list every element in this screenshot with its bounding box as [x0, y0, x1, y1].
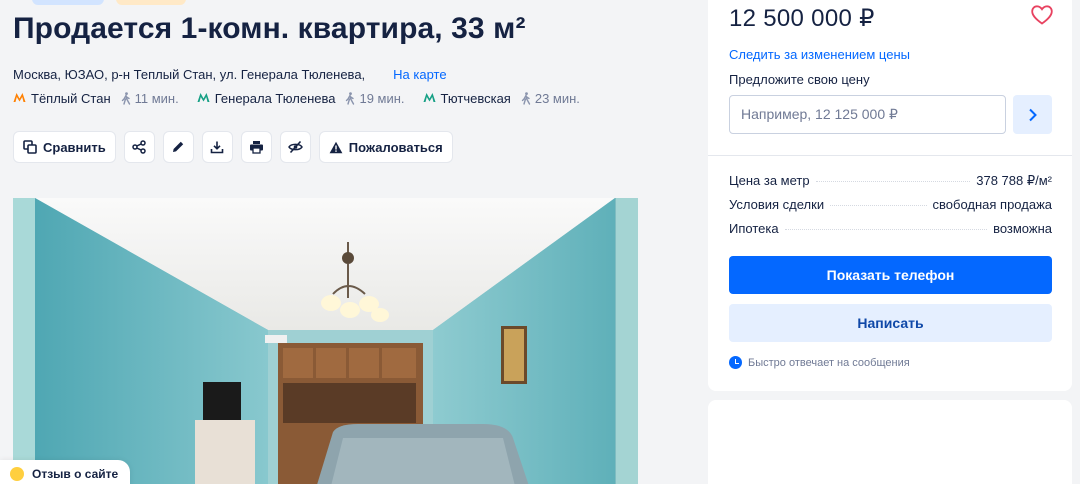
- walk-minutes: 19 мин.: [359, 91, 405, 106]
- walk-minutes: 23 мин.: [534, 91, 580, 106]
- chevron-right-icon: [1028, 108, 1037, 121]
- metro-station[interactable]: Тютчевская 23 мин.: [423, 91, 580, 106]
- walk-icon: [121, 92, 130, 105]
- spec-dots: [830, 205, 927, 206]
- spec-value: возможна: [993, 221, 1052, 236]
- metro-station[interactable]: Тёплый Стан 11 мин.: [13, 91, 179, 106]
- spec-value: свободная продажа: [932, 197, 1052, 212]
- clock-icon: [729, 356, 742, 369]
- divider: [708, 155, 1072, 156]
- compare-icon: [23, 140, 37, 154]
- warning-icon: [329, 141, 343, 153]
- metro-station-name: Тёплый Стан: [31, 91, 111, 106]
- spec-value: 378 788 ₽/м²: [976, 173, 1052, 188]
- spec-dots: [784, 229, 988, 230]
- action-bar: Сравнить Пожаловаться: [13, 131, 453, 163]
- metro-station-name: Генерала Тюленева: [214, 91, 336, 106]
- favorite-button[interactable]: [1031, 5, 1053, 30]
- price: 12 500 000 ₽: [729, 5, 875, 32]
- pencil-icon: [173, 141, 184, 152]
- compare-label: Сравнить: [43, 139, 106, 155]
- metro-list: Тёплый Стан 11 мин. Генерала Тюленева 19…: [13, 91, 598, 106]
- tag-pill[interactable]: [116, 0, 186, 5]
- listing-main: Продается 1-комн. квартира, 33 м² Москва…: [0, 0, 690, 484]
- feedback-label: Отзыв о сайте: [32, 467, 119, 481]
- listing-photo[interactable]: [13, 198, 638, 484]
- offer-price-label: Предложите свою цену: [729, 72, 870, 87]
- walk-icon: [346, 92, 355, 105]
- top-tags: [32, 0, 198, 10]
- heart-icon: [1031, 5, 1053, 25]
- metro-icon: [197, 91, 210, 106]
- spec-key: Ипотека: [729, 221, 779, 236]
- spec-row: Ипотека возможна: [729, 221, 1052, 245]
- download-icon: [210, 141, 224, 154]
- tag-pill[interactable]: [32, 0, 104, 5]
- edit-note-button[interactable]: [162, 131, 194, 163]
- hide-button[interactable]: [279, 131, 311, 163]
- walk-icon: [521, 92, 531, 105]
- share-icon: [132, 140, 147, 154]
- write-message-button[interactable]: Написать: [729, 304, 1052, 342]
- printer-icon: [249, 141, 263, 154]
- address: Москва, ЮЗАО, р-н Теплый Стан, ул. Генер…: [13, 67, 447, 82]
- download-button[interactable]: [201, 131, 233, 163]
- write-label: Написать: [857, 315, 924, 331]
- spec-dots: [815, 181, 971, 182]
- offer-price-input[interactable]: Например, 12 125 000 ₽: [729, 95, 1006, 134]
- room-photo-image: [13, 198, 638, 484]
- quick-reply-text: Быстро отвечает на сообщения: [748, 356, 910, 369]
- compare-button[interactable]: Сравнить: [13, 131, 116, 163]
- metro-icon: [423, 91, 436, 106]
- walk-time: 11 мин.: [121, 91, 179, 106]
- complain-button[interactable]: Пожаловаться: [318, 131, 453, 163]
- share-button[interactable]: [123, 131, 155, 163]
- walk-time: 19 мин.: [345, 91, 405, 106]
- smile-icon: [10, 467, 24, 481]
- quick-reply-note: Быстро отвечает на сообщения: [729, 356, 910, 369]
- site-feedback-button[interactable]: Отзыв о сайте: [0, 460, 131, 484]
- price-specs: Цена за метр 378 788 ₽/м² Условия сделки…: [729, 173, 1052, 245]
- metro-station[interactable]: Генерала Тюленева 19 мин.: [197, 91, 405, 106]
- metro-icon: [13, 91, 26, 106]
- offer-submit-button[interactable]: [1013, 95, 1052, 134]
- walk-time: 23 мин.: [521, 91, 580, 106]
- address-text: Москва, ЮЗАО, р-н Теплый Стан, ул. Генер…: [13, 67, 366, 82]
- spec-row: Цена за метр 378 788 ₽/м²: [729, 173, 1052, 197]
- listing-title: Продается 1-комн. квартира, 33 м²: [13, 12, 526, 45]
- metro-station-name: Тютчевская: [440, 91, 511, 106]
- price-card: 12 500 000 ₽ Следить за изменением цены …: [708, 0, 1072, 391]
- follow-price-link[interactable]: Следить за изменением цены: [729, 47, 910, 62]
- map-link[interactable]: На карте: [393, 67, 446, 82]
- print-button[interactable]: [240, 131, 272, 163]
- walk-minutes: 11 мин.: [134, 91, 179, 106]
- spec-key: Условия сделки: [729, 197, 825, 212]
- eye-off-icon: [287, 140, 303, 154]
- secondary-card: [708, 400, 1072, 484]
- complain-label: Пожаловаться: [348, 139, 443, 155]
- show-phone-button[interactable]: Показать телефон: [729, 256, 1052, 294]
- spec-row: Условия сделки свободная продажа: [729, 197, 1052, 221]
- spec-key: Цена за метр: [729, 173, 810, 188]
